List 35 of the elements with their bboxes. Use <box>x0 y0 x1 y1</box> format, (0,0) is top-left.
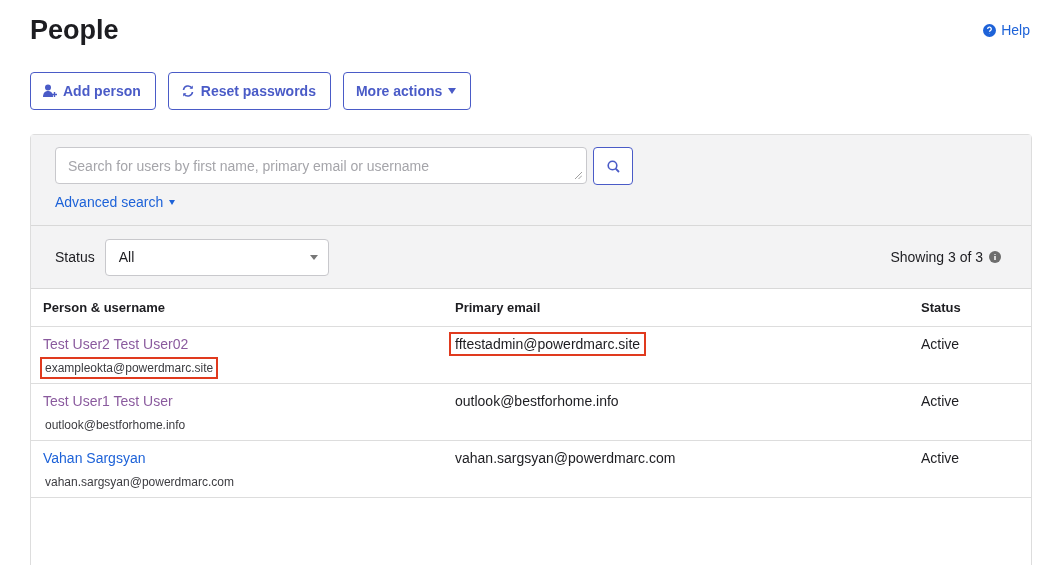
help-link[interactable]: Help <box>983 22 1030 38</box>
status-cell: Active <box>921 393 960 409</box>
email-cell-text: vahan.sargsyan@powerdmarc.com <box>454 449 677 468</box>
caret-icon <box>169 199 176 205</box>
page-title: People <box>30 14 119 46</box>
person-link[interactable]: Test User2 Test User02 <box>43 336 189 352</box>
person-link[interactable]: Test User1 Test User <box>43 393 173 409</box>
email-cell-text: outlook@bestforhome.info <box>454 392 620 411</box>
username: exampleokta@powerdmarc.site <box>40 357 219 379</box>
info-icon <box>989 251 1001 263</box>
reset-passwords-button[interactable]: Reset passwords <box>167 72 331 110</box>
search-button[interactable] <box>593 147 633 185</box>
column-header: Primary email <box>443 289 909 327</box>
search-icon <box>606 159 620 173</box>
status-cell: Active <box>921 450 960 466</box>
add-person-button[interactable]: Add person <box>30 72 156 110</box>
caret-icon <box>448 88 457 94</box>
username: outlook@bestforhome.info <box>44 417 187 434</box>
column-header: Person & username <box>31 289 443 327</box>
caret-icon <box>309 254 318 260</box>
column-header: Status <box>909 289 1031 327</box>
refresh-icon <box>180 84 195 98</box>
status-label: Status <box>55 249 95 265</box>
result-count: Showing 3 of 3 <box>890 249 983 265</box>
more-actions-button[interactable]: More actions <box>342 72 472 110</box>
advanced-search-link[interactable]: Advanced search <box>55 194 176 210</box>
status-cell: Active <box>921 336 960 352</box>
help-icon <box>983 23 997 37</box>
search-field[interactable]: Search for users by first name, primary email or username <box>55 147 587 184</box>
email-cell: fftestadmin@powerdmarc.site <box>449 332 647 356</box>
username: vahan.sargsyan@powerdmarc.com <box>44 474 235 491</box>
resize-handle-icon <box>574 171 582 179</box>
person-add-icon <box>43 84 57 98</box>
status-dropdown[interactable]: All <box>104 238 329 276</box>
person-link[interactable]: Vahan Sargsyan <box>43 450 146 466</box>
